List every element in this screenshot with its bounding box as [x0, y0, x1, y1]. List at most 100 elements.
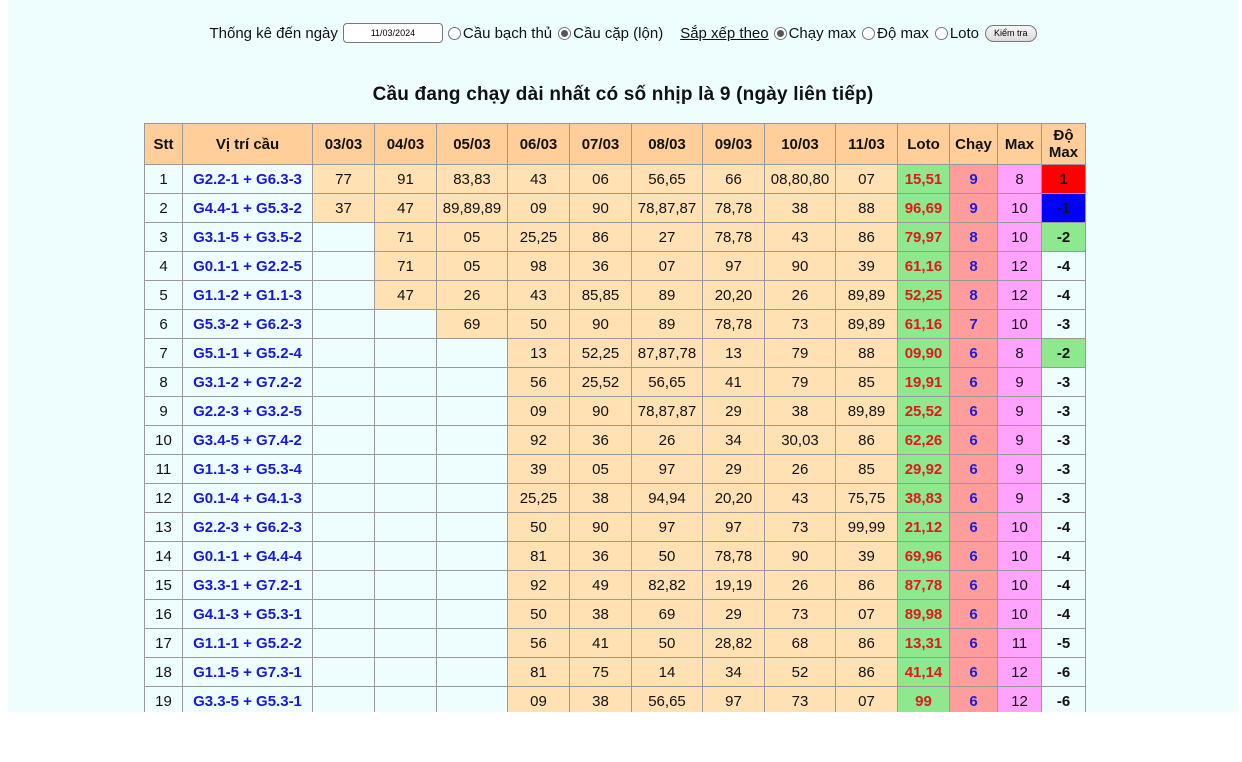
row-day-value: 34	[702, 657, 765, 687]
row-day-value: 07	[631, 251, 703, 281]
table-row: 19 G3.3-5 + G5.3-1 09 38 56,65 97 73 07 99 6 12 -6	[144, 686, 1086, 712]
row-day-value	[436, 396, 508, 426]
row-day-value: 92	[507, 570, 570, 600]
row-position[interactable]: G4.4-1 + G5.3-2	[182, 193, 313, 223]
row-position[interactable]: G1.1-5 + G7.3-1	[182, 657, 313, 687]
row-day-value: 13	[702, 338, 765, 368]
row-day-value: 25,25	[507, 222, 570, 252]
row-day-value: 98	[507, 251, 570, 281]
row-max: 8	[997, 338, 1042, 368]
row-position[interactable]: G3.1-5 + G3.5-2	[182, 222, 313, 252]
row-day-value: 37	[312, 193, 375, 223]
row-day-value: 09	[507, 686, 570, 712]
row-position[interactable]: G3.3-5 + G5.3-1	[182, 686, 313, 712]
row-day-value: 97	[702, 512, 765, 542]
row-day-value	[436, 541, 508, 571]
row-day-value	[312, 338, 375, 368]
row-day-value: 36	[569, 251, 632, 281]
row-position[interactable]: G1.1-1 + G5.2-2	[182, 628, 313, 658]
row-loto: 96,69	[897, 193, 950, 223]
row-loto: 61,16	[897, 251, 950, 281]
header-date: 06/03	[507, 123, 570, 165]
sort-radio-chay-max[interactable]	[773, 26, 787, 40]
row-day-value: 97	[702, 686, 765, 712]
row-position[interactable]: G1.1-3 + G5.3-4	[182, 454, 313, 484]
row-day-value: 81	[507, 541, 570, 571]
row-max: 12	[997, 686, 1042, 712]
row-day-value	[436, 367, 508, 397]
row-chay: 6	[949, 686, 998, 712]
row-loto: 79,97	[897, 222, 950, 252]
row-position[interactable]: G5.1-1 + G5.2-4	[182, 338, 313, 368]
row-day-value: 68	[764, 628, 836, 658]
row-day-value: 71	[374, 251, 437, 281]
table-row: 13 G2.2-3 + G6.2-3 50 90 97 97 73 99,99 21,12 6 10…	[144, 512, 1086, 542]
row-position[interactable]: G2.2-1 + G6.3-3	[182, 164, 313, 194]
row-do-max: -4	[1041, 280, 1086, 310]
row-do-max: -2	[1041, 222, 1086, 252]
row-day-value: 85	[835, 454, 898, 484]
row-day-value	[312, 686, 375, 712]
row-day-value: 50	[507, 599, 570, 629]
row-chay: 8	[949, 222, 998, 252]
row-day-value: 52	[764, 657, 836, 687]
row-position[interactable]: G5.3-2 + G6.2-3	[182, 309, 313, 339]
row-loto: 21,12	[897, 512, 950, 542]
row-do-max: -1	[1041, 193, 1086, 223]
row-position[interactable]: G4.1-3 + G5.3-1	[182, 599, 313, 629]
row-day-value: 07	[835, 164, 898, 194]
row-day-value: 78,87,87	[631, 193, 703, 223]
mode-radio-bach-thu[interactable]	[447, 26, 461, 40]
header-stt: Stt	[144, 123, 183, 165]
row-day-value: 56,65	[631, 164, 703, 194]
row-do-max: -3	[1041, 483, 1086, 513]
row-day-value	[374, 338, 437, 368]
row-position[interactable]: G3.4-5 + G7.4-2	[182, 425, 313, 455]
sort-label-chay-max: Chạy max	[788, 24, 857, 42]
row-day-value: 36	[569, 425, 632, 455]
date-input[interactable]	[342, 23, 443, 43]
row-day-value	[312, 280, 375, 310]
row-position[interactable]: G0.1-1 + G2.2-5	[182, 251, 313, 281]
row-stt: 5	[144, 280, 183, 310]
row-chay: 6	[949, 599, 998, 629]
row-loto: 25,52	[897, 396, 950, 426]
header-position[interactable]: Vị trí cầu	[182, 123, 313, 165]
row-day-value: 92	[507, 425, 570, 455]
row-position[interactable]: G3.1-2 + G7.2-2	[182, 367, 313, 397]
row-day-value	[374, 628, 437, 658]
row-day-value	[436, 338, 508, 368]
row-do-max: -6	[1041, 657, 1086, 687]
row-day-value: 89	[631, 309, 703, 339]
row-day-value: 82,82	[631, 570, 703, 600]
results-table: Stt Vị trí cầu 03/03 04/03 05/03 06/03 0…	[144, 123, 1086, 712]
row-day-value: 90	[569, 193, 632, 223]
row-position[interactable]: G1.1-2 + G1.1-3	[182, 280, 313, 310]
filter-bar: Thống kê đến ngày Cầu bạch thủ Cầu cặp (…	[8, 20, 1238, 46]
row-day-value	[312, 483, 375, 513]
sort-radio-loto[interactable]	[934, 26, 948, 40]
row-position[interactable]: G0.1-4 + G4.1-3	[182, 483, 313, 513]
row-day-value	[312, 628, 375, 658]
date-label: Thống kê đến ngày	[209, 24, 338, 42]
row-position[interactable]: G0.1-1 + G4.4-4	[182, 541, 313, 571]
row-position[interactable]: G3.3-1 + G7.2-1	[182, 570, 313, 600]
row-stt: 10	[144, 425, 183, 455]
sort-link[interactable]: Sắp xếp theo	[680, 25, 768, 42]
row-position[interactable]: G2.2-3 + G3.2-5	[182, 396, 313, 426]
mode-radio-cap-lon[interactable]	[558, 26, 572, 40]
row-position[interactable]: G2.2-3 + G6.2-3	[182, 512, 313, 542]
row-day-value: 85,85	[569, 280, 632, 310]
table-row: 17 G1.1-1 + G5.2-2 56 41 50 28,82 68 86 13,31 6 11…	[144, 628, 1086, 658]
row-day-value	[374, 425, 437, 455]
row-max: 10	[997, 570, 1042, 600]
row-chay: 6	[949, 367, 998, 397]
check-button[interactable]: Kiểm tra	[985, 24, 1037, 42]
row-max: 11	[997, 628, 1042, 658]
row-day-value: 89	[631, 280, 703, 310]
row-day-value: 86	[569, 222, 632, 252]
sort-radio-do-max[interactable]	[862, 26, 876, 40]
table-row: 1 G2.2-1 + G6.3-3 77 91 83,83 43 06 56,65 66 08,8…	[144, 164, 1086, 194]
row-chay: 6	[949, 338, 998, 368]
row-do-max: -4	[1041, 251, 1086, 281]
